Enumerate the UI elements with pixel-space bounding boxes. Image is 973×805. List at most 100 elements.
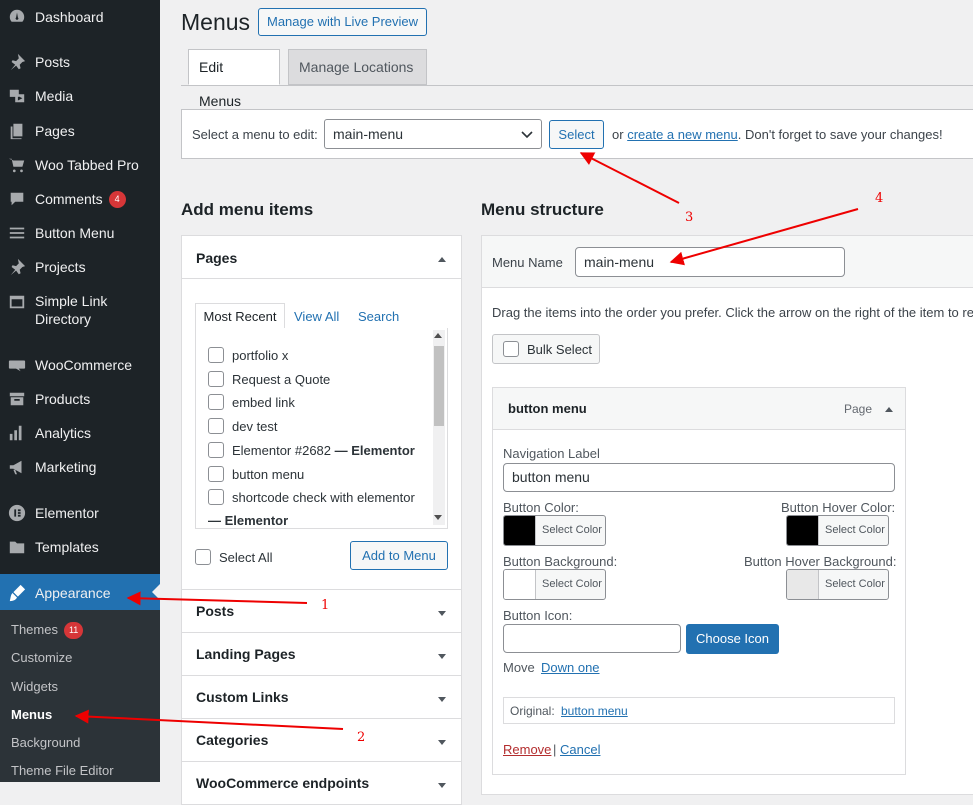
nav-label: Woo Tabbed Pro bbox=[35, 157, 139, 173]
live-preview-button[interactable]: Manage with Live Preview bbox=[258, 8, 428, 36]
pin-icon bbox=[7, 257, 27, 277]
caret-down-icon bbox=[437, 649, 447, 659]
scroll-up-icon[interactable] bbox=[434, 333, 442, 338]
tab-most-recent[interactable]: Most Recent bbox=[195, 303, 285, 330]
admin-sidebar: Dashboard Posts Media Pages Woo Tabbed P… bbox=[0, 0, 160, 782]
nav-appearance[interactable]: Appearance bbox=[0, 574, 160, 610]
nav-woo-tabbed-pro[interactable]: Woo Tabbed Pro bbox=[0, 155, 160, 175]
choose-icon-button[interactable]: Choose Icon bbox=[686, 624, 779, 654]
select-color-text: Select Color bbox=[542, 524, 602, 536]
nav-templates[interactable]: Templates bbox=[0, 537, 160, 557]
tab-edit-menus[interactable]: Edit Menus bbox=[188, 49, 280, 109]
add-menu-items-title: Add menu items bbox=[181, 200, 314, 219]
checkbox[interactable] bbox=[503, 341, 519, 357]
move-down-one-link[interactable]: Down one bbox=[541, 660, 600, 675]
color-swatch bbox=[504, 570, 536, 599]
create-new-menu-link[interactable]: create a new menu bbox=[627, 127, 738, 142]
nav-pages[interactable]: Pages bbox=[0, 121, 160, 141]
menu-name-input[interactable]: main-menu bbox=[575, 247, 845, 277]
list-item-continued: — Elementor bbox=[208, 513, 289, 528]
checkbox[interactable] bbox=[208, 442, 224, 458]
button-hover-background-picker[interactable]: Select Color bbox=[786, 569, 889, 600]
annotation-label-3: 3 bbox=[685, 210, 694, 225]
menu-select-dropdown[interactable]: main-menu bbox=[324, 119, 542, 149]
checkbox[interactable] bbox=[195, 549, 211, 565]
button-hover-color-picker[interactable]: Select Color bbox=[786, 515, 889, 546]
menu-item-title: button menu bbox=[508, 401, 587, 416]
bar-chart-icon bbox=[7, 423, 27, 443]
move-label: Move bbox=[503, 660, 535, 675]
nav-elementor[interactable]: Elementor bbox=[0, 503, 160, 523]
elementor-icon bbox=[7, 503, 27, 523]
cart-icon bbox=[7, 155, 27, 175]
nav-projects[interactable]: Projects bbox=[0, 257, 160, 277]
brush-icon bbox=[7, 583, 27, 603]
checkbox[interactable] bbox=[208, 371, 224, 387]
button-background-picker[interactable]: Select Color bbox=[503, 569, 606, 600]
nav-button-menu[interactable]: Button Menu bbox=[0, 223, 160, 243]
nav-label: Elementor bbox=[35, 505, 99, 521]
checkbox[interactable] bbox=[208, 394, 224, 410]
checkbox[interactable] bbox=[208, 418, 224, 434]
nav-analytics[interactable]: Analytics bbox=[0, 423, 160, 443]
bulk-select-button[interactable]: Bulk Select bbox=[492, 334, 600, 364]
caret-up-icon[interactable] bbox=[884, 403, 894, 413]
remove-link[interactable]: Remove bbox=[503, 742, 551, 757]
menu-structure-title: Menu structure bbox=[481, 200, 604, 219]
nav-label: Posts bbox=[35, 54, 71, 70]
add-to-menu-button[interactable]: Add to Menu bbox=[350, 541, 448, 570]
caret-down-icon bbox=[437, 692, 447, 702]
nav-comments[interactable]: Comments 4 bbox=[0, 189, 160, 209]
nav-posts[interactable]: Posts bbox=[0, 52, 160, 72]
pages-icon bbox=[7, 121, 27, 141]
cancel-link[interactable]: Cancel bbox=[560, 742, 600, 757]
comments-count-badge: 4 bbox=[108, 190, 126, 208]
nav-products[interactable]: Products bbox=[0, 389, 160, 409]
submenu-customize[interactable]: Customize bbox=[11, 650, 72, 665]
nav-woocommerce[interactable]: WooCommerce bbox=[0, 355, 160, 375]
original-label: Original: bbox=[510, 704, 555, 718]
submenu-widgets[interactable]: Widgets bbox=[11, 679, 58, 694]
navigation-label-input[interactable]: button menu bbox=[503, 463, 895, 492]
pages-list[interactable]: portfolio x Request a Quote embed link d… bbox=[195, 328, 448, 529]
themes-update-badge: 11 bbox=[63, 622, 84, 640]
list-item[interactable]: Elementor #2682 — Elementor bbox=[208, 442, 415, 458]
list-item[interactable]: Request a Quote bbox=[208, 371, 330, 387]
accordion-title: Posts bbox=[196, 603, 235, 619]
checkbox[interactable] bbox=[208, 347, 224, 363]
list-item[interactable]: dev test bbox=[208, 418, 278, 434]
annotation-label-2: 2 bbox=[357, 730, 366, 745]
caret-down-icon bbox=[437, 778, 447, 788]
submenu-menus[interactable]: Menus bbox=[11, 707, 52, 722]
nav-marketing[interactable]: Marketing bbox=[0, 457, 160, 477]
scroll-down-icon[interactable] bbox=[434, 515, 442, 520]
nav-simple-link-directory[interactable]: Simple Link Directory bbox=[0, 292, 160, 328]
select-all[interactable]: Select All bbox=[195, 549, 272, 565]
nav-dashboard[interactable]: Dashboard bbox=[0, 7, 160, 27]
submenu-background[interactable]: Background bbox=[11, 735, 80, 750]
button-color-picker[interactable]: Select Color bbox=[503, 515, 606, 546]
button-background-label: Button Background: bbox=[503, 554, 618, 569]
tab-search[interactable]: Search bbox=[358, 309, 399, 324]
nav-label: Projects bbox=[35, 259, 86, 275]
scrollbar-thumb[interactable] bbox=[434, 346, 444, 426]
submenu-themes[interactable]: Themes 11 bbox=[11, 622, 84, 640]
submenu-theme-file-editor[interactable]: Theme File Editor bbox=[11, 763, 114, 778]
list-item[interactable]: shortcode check with elementor bbox=[208, 489, 415, 505]
tab-manage-locations[interactable]: Manage Locations bbox=[288, 49, 427, 85]
accordion-title: Landing Pages bbox=[196, 646, 296, 662]
original-link[interactable]: button menu bbox=[561, 704, 628, 718]
nav-media[interactable]: Media bbox=[0, 86, 160, 106]
caret-down-icon bbox=[437, 606, 447, 616]
select-button[interactable]: Select bbox=[549, 120, 604, 149]
list-item[interactable]: portfolio x bbox=[208, 347, 288, 363]
tabs-divider bbox=[181, 85, 973, 86]
list-item[interactable]: button menu bbox=[208, 466, 304, 482]
button-icon-input[interactable] bbox=[503, 624, 681, 653]
annotation-label-1: 1 bbox=[321, 598, 330, 613]
checkbox[interactable] bbox=[208, 466, 224, 482]
chevron-down-icon bbox=[521, 131, 533, 139]
list-item[interactable]: embed link bbox=[208, 394, 295, 410]
tab-view-all[interactable]: View All bbox=[294, 309, 339, 324]
checkbox[interactable] bbox=[208, 489, 224, 505]
